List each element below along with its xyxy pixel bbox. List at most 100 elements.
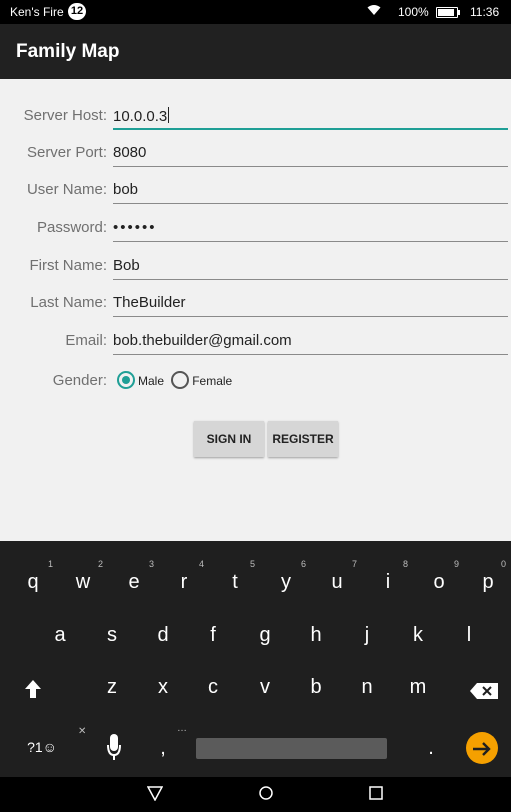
- key-c[interactable]: c: [193, 676, 233, 699]
- key-q-hint: 1: [47, 559, 53, 569]
- key-i-hint: 8: [402, 559, 408, 569]
- user-name-row: User Name: bob: [0, 173, 511, 207]
- email-label: Email:: [65, 332, 107, 349]
- key-v[interactable]: v: [245, 676, 285, 699]
- triangle-back-icon[interactable]: [146, 785, 164, 806]
- clock: 11:36: [470, 5, 500, 19]
- email-row: Email: bob.thebuilder@gmail.com: [0, 324, 511, 358]
- gender-label: Gender:: [52, 372, 107, 389]
- key-y[interactable]: y6: [266, 559, 306, 594]
- email-underline: [113, 354, 508, 355]
- status-bar: Ken's Fire 12 100% 11:36: [0, 0, 511, 24]
- key-w-label: w: [75, 571, 91, 593]
- microphone-icon[interactable]: [107, 733, 121, 763]
- user-name-underline: [113, 203, 508, 204]
- key-p[interactable]: p0: [470, 559, 506, 594]
- key-t[interactable]: t5: [215, 559, 255, 594]
- password-underline: [113, 241, 508, 242]
- key-m[interactable]: m: [398, 676, 438, 699]
- navigation-bar: [0, 777, 511, 812]
- key-y-label: y: [281, 571, 291, 593]
- key-q[interactable]: q1: [13, 559, 53, 594]
- key-i[interactable]: i8: [368, 559, 408, 594]
- battery-percent: 100%: [398, 5, 429, 19]
- text-cursor: [168, 107, 170, 123]
- server-host-value: 10.0.0.3: [113, 108, 168, 125]
- key-n[interactable]: n: [347, 676, 387, 699]
- key-w[interactable]: w2: [63, 559, 103, 594]
- mic-key-hint: ✕: [78, 726, 87, 737]
- key-b[interactable]: b: [296, 676, 336, 699]
- register-button[interactable]: REGISTER: [268, 421, 338, 457]
- key-e-hint: 3: [148, 559, 154, 569]
- password-input[interactable]: ••••••: [113, 219, 157, 236]
- key-d[interactable]: d: [143, 624, 183, 647]
- last-name-underline: [113, 316, 508, 317]
- gender-male-radio[interactable]: [117, 371, 135, 389]
- gender-male-label[interactable]: Male: [138, 374, 164, 388]
- gender-female-radio[interactable]: [171, 371, 190, 389]
- key-r[interactable]: r4: [164, 559, 204, 594]
- key-g[interactable]: g: [245, 624, 285, 647]
- key-comma[interactable]: ,: [143, 737, 183, 760]
- app-bar: Family Map: [0, 24, 511, 79]
- key-f[interactable]: f: [193, 624, 233, 647]
- first-name-label: First Name:: [29, 257, 107, 274]
- key-o-hint: 9: [453, 559, 459, 569]
- email-input[interactable]: bob.thebuilder@gmail.com: [113, 332, 292, 349]
- key-e[interactable]: e3: [114, 559, 154, 594]
- key-p-label: p: [482, 571, 494, 593]
- key-y-hint: 6: [300, 559, 306, 569]
- notification-badge: 12: [68, 3, 86, 20]
- server-host-row: Server Host: 10.0.0.3: [0, 99, 511, 133]
- key-o[interactable]: o9: [419, 559, 459, 594]
- comma-key-hint: …: [177, 723, 187, 734]
- server-port-input[interactable]: 8080: [113, 144, 146, 161]
- arrow-right-icon[interactable]: [466, 732, 498, 764]
- server-port-underline: [113, 166, 508, 167]
- key-t-label: t: [232, 571, 238, 593]
- key-s[interactable]: s: [92, 624, 132, 647]
- user-name-label: User Name:: [26, 181, 107, 198]
- gender-row: Gender: Male Female: [0, 364, 511, 398]
- last-name-input[interactable]: TheBuilder: [113, 294, 186, 311]
- key-u[interactable]: u7: [317, 559, 357, 594]
- key-h[interactable]: h: [296, 624, 336, 647]
- server-host-underline: [113, 128, 508, 130]
- key-p-hint: 0: [500, 559, 506, 569]
- key-a[interactable]: a: [40, 624, 80, 647]
- first-name-row: First Name: Bob: [0, 249, 511, 283]
- key-u-hint: 7: [351, 559, 357, 569]
- last-name-label: Last Name:: [30, 294, 107, 311]
- sign-in-button[interactable]: SIGN IN: [194, 421, 264, 457]
- key-l[interactable]: l: [449, 624, 489, 647]
- key-x[interactable]: x: [143, 676, 183, 699]
- first-name-input[interactable]: Bob: [113, 257, 140, 274]
- server-host-label: Server Host:: [23, 107, 107, 124]
- battery-charging-icon: [436, 7, 460, 18]
- gender-radio-group: Male Female: [117, 371, 235, 389]
- key-j[interactable]: j: [347, 624, 387, 647]
- device-name: Ken's Fire: [10, 5, 64, 19]
- password-row: Password: ••••••: [0, 211, 511, 245]
- key-q-label: q: [27, 571, 39, 593]
- shift-arrow-icon[interactable]: [13, 679, 53, 705]
- key-r-label: r: [180, 571, 188, 593]
- key-z[interactable]: z: [92, 676, 132, 699]
- square-recents-icon[interactable]: [368, 785, 384, 806]
- first-name-underline: [113, 279, 508, 280]
- symbols-key[interactable]: ?1☺: [20, 739, 64, 755]
- circle-home-icon[interactable]: [258, 785, 274, 806]
- key-u-label: u: [331, 571, 343, 593]
- key-o-label: o: [433, 571, 445, 593]
- password-label: Password:: [36, 219, 107, 236]
- key-i-label: i: [385, 571, 391, 593]
- key-k[interactable]: k: [398, 624, 438, 647]
- backspace-icon[interactable]: [470, 683, 498, 699]
- server-port-label: Server Port:: [26, 144, 107, 161]
- spacebar[interactable]: [196, 738, 387, 759]
- user-name-input[interactable]: bob: [113, 181, 138, 198]
- server-host-input[interactable]: 10.0.0.3: [113, 107, 170, 125]
- key-period[interactable]: .: [411, 737, 451, 760]
- gender-female-label[interactable]: Female: [192, 374, 232, 388]
